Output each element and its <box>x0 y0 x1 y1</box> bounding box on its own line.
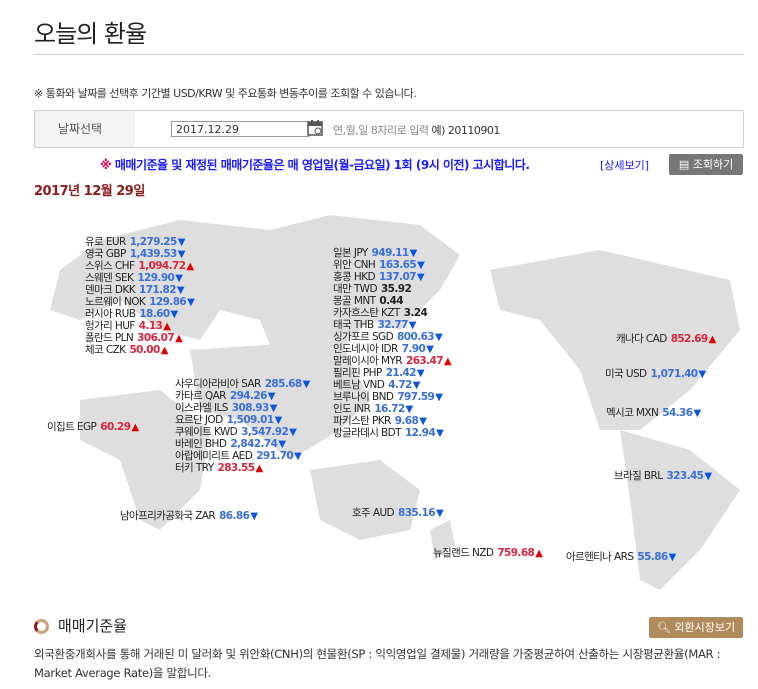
currency-value-text: 86.86 <box>219 510 250 522</box>
date-input-wrap: 연,월,일 8자리로 입력 예) 20110901 <box>135 111 743 147</box>
announcement: ※ 매매기준율 및 재정된 매매기준율은 매 영업일(월-금요일) 1회 (9시… <box>100 156 530 173</box>
up-arrow-icon: ▲ <box>175 333 183 344</box>
date-example: 예) 20110901 <box>431 124 500 137</box>
up-arrow-icon: ▲ <box>255 463 263 474</box>
date-hint: 연,월,일 8자리로 입력 예) 20110901 <box>333 122 500 138</box>
currency-value: 323.45▼ <box>666 470 712 482</box>
currency-name: 방글라데시 BDT <box>333 427 402 439</box>
currency-name: 미국 USD <box>605 368 647 380</box>
down-arrow-icon: ▼ <box>289 427 297 438</box>
rate-item[interactable]: 미국 USD 1,071.40▼ <box>605 366 706 381</box>
date-hint-text: 연,월,일 8자리로 입력 <box>333 124 429 137</box>
notice-text: ※ 통화와 날짜를 선택후 기간별 USD/KRW 및 주요통화 변동추이를 조… <box>34 87 417 100</box>
rate-item[interactable]: 아르헨티나 ARS 55.86▼ <box>566 549 676 564</box>
currency-value: 54.36▼ <box>662 407 701 419</box>
currency-value-text: 759.68 <box>497 547 535 559</box>
currency-name: 브라질 BRL <box>614 470 663 482</box>
down-arrow-icon: ▼ <box>302 379 311 390</box>
currency-value-text: 1,071.40 <box>650 368 699 380</box>
currency-name: 호주 AUD <box>352 507 395 519</box>
currency-value: 1,071.40▼ <box>650 368 707 380</box>
search-icon: 🔍︎ <box>656 621 675 634</box>
currency-value: 55.86▼ <box>637 551 677 563</box>
map-australia <box>310 460 420 540</box>
currency-value-text: 55.86 <box>637 551 668 563</box>
current-date: 2017년 12월 29일 <box>34 184 145 199</box>
map-south-america <box>620 430 740 590</box>
rate-item[interactable]: 브라질 BRL 323.45▼ <box>614 468 712 483</box>
rate-item[interactable]: 호주 AUD 835.16▼ <box>352 505 444 520</box>
currency-value: 12.94▼ <box>404 427 444 439</box>
section-description: 외국환중개회사를 통해 거래된 미 달러화 및 위안화(CNH)의 현물환(SP… <box>34 647 721 680</box>
up-arrow-icon: ▲ <box>535 548 543 559</box>
down-arrow-icon: ▼ <box>668 552 677 563</box>
down-arrow-icon: ▼ <box>170 309 179 320</box>
document-icon: ▤ <box>678 158 693 171</box>
currency-name: 아르헨티나 ARS <box>566 551 634 563</box>
currency-name: 터키 TRY <box>175 462 214 474</box>
currency-value-text: 835.16 <box>398 507 436 519</box>
page-title: 오늘의 환율 <box>34 20 147 48</box>
currency-value: 86.86▼ <box>219 510 258 522</box>
currency-value-text: 54.36 <box>662 407 693 419</box>
currency-name: 캐나다 CAD <box>616 333 667 345</box>
up-arrow-icon: ▲ <box>160 345 169 356</box>
currency-value: 759.68▲ <box>497 547 543 559</box>
down-arrow-icon: ▼ <box>187 297 195 308</box>
detail-link[interactable]: [상세보기] <box>600 157 649 173</box>
currency-value: 283.55▲ <box>217 462 264 474</box>
rate-item[interactable]: 뉴질랜드 NZD 759.68▲ <box>433 545 543 560</box>
currency-name: 이집트 EGP <box>47 421 97 433</box>
currency-value-text: 60.29 <box>100 421 131 433</box>
currency-value: 852.69▲ <box>670 333 717 345</box>
currency-name: 멕시코 MXN <box>606 407 659 419</box>
date-input[interactable] <box>171 121 309 137</box>
section-icon <box>34 619 49 634</box>
down-arrow-icon: ▼ <box>250 511 258 522</box>
rate-item[interactable]: 남아프리카공화국 ZAR 86.86▼ <box>120 508 258 523</box>
date-label: 날짜선택 <box>57 122 103 136</box>
rate-item[interactable]: 캐나다 CAD 852.69▲ <box>616 331 716 346</box>
currency-value: 60.29▲ <box>100 421 139 433</box>
date-search-box: 날짜선택 연,월,일 8자리로 입력 예) 20110901 <box>34 110 744 148</box>
rate-item[interactable]: 터키 TRY 283.55▲ <box>175 460 263 475</box>
down-arrow-icon: ▼ <box>435 392 443 403</box>
currency-name: 뉴질랜드 NZD <box>433 547 494 559</box>
rate-item[interactable]: 방글라데시 BDT 12.94▼ <box>333 425 444 440</box>
rate-item[interactable]: 이집트 EGP 60.29▲ <box>47 419 139 434</box>
currency-value-text: 323.45 <box>666 470 704 482</box>
currency-value-text: 12.94 <box>404 427 436 439</box>
rate-item[interactable]: 멕시코 MXN 54.36▼ <box>606 405 701 420</box>
currency-name: 남아프리카공화국 ZAR <box>120 510 216 522</box>
section-title: 매매기준율 <box>58 617 128 635</box>
down-arrow-icon: ▼ <box>416 272 425 283</box>
calendar-icon[interactable] <box>307 119 323 136</box>
currency-value: 835.16▼ <box>398 507 444 519</box>
currency-value-text: 283.55 <box>217 462 256 474</box>
divider <box>34 54 744 55</box>
up-arrow-icon: ▲ <box>708 334 717 345</box>
down-arrow-icon: ▼ <box>436 428 444 439</box>
down-arrow-icon: ▼ <box>698 369 707 380</box>
currency-name: 체코 CZK <box>85 344 126 356</box>
fx-market-button[interactable]: 🔍︎ 외환시장보기 <box>649 617 743 638</box>
announcement-text: 매매기준율 및 재정된 매매기준율은 매 영업일(월-금요일) 1회 (9시 이… <box>114 158 530 172</box>
lookup-button[interactable]: ▤ 조회하기 <box>669 154 743 175</box>
down-arrow-icon: ▼ <box>435 332 443 343</box>
fx-market-button-label: 외환시장보기 <box>674 621 736 634</box>
currency-value: 291.70▼ <box>256 450 302 462</box>
up-arrow-icon: ▲ <box>443 356 452 367</box>
down-arrow-icon: ▼ <box>435 508 444 519</box>
currency-value-text: 50.00 <box>129 344 160 356</box>
down-arrow-icon: ▼ <box>693 408 701 419</box>
lookup-button-label: 조회하기 <box>692 158 734 171</box>
rate-item[interactable]: 체코 CZK 50.00▲ <box>85 342 168 357</box>
down-arrow-icon: ▼ <box>704 471 712 482</box>
announcement-mark: ※ <box>100 158 112 172</box>
up-arrow-icon: ▲ <box>186 261 194 272</box>
down-arrow-icon: ▼ <box>294 451 302 462</box>
up-arrow-icon: ▲ <box>131 422 139 433</box>
currency-value: 50.00▲ <box>129 344 169 356</box>
currency-value-text: 852.69 <box>670 333 709 345</box>
